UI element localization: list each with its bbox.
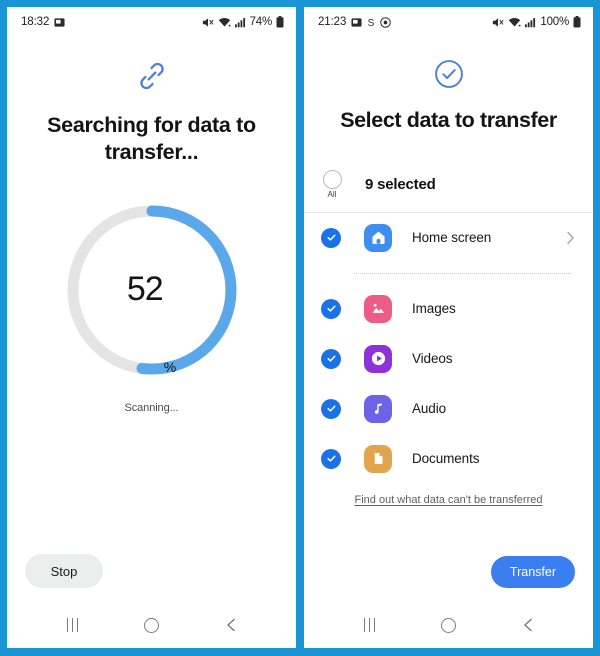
progress-label: 52 %	[62, 200, 242, 380]
back-icon[interactable]	[211, 605, 251, 645]
list-item-documents[interactable]: Documents	[304, 434, 593, 484]
right-nav-bar	[304, 602, 593, 648]
left-screen-body: Searching for data to transfer... 52 % S…	[7, 37, 296, 602]
recents-icon[interactable]	[53, 605, 93, 645]
battery-percent: 100%	[540, 16, 569, 28]
page-title: Searching for data to transfer...	[47, 113, 256, 164]
dollar-icon: S	[367, 17, 375, 28]
right-action-bar: Transfer	[304, 556, 593, 602]
left-phone-screen: 18:32 74% Searching for data to transfer…	[7, 7, 296, 648]
home-icon[interactable]	[132, 605, 172, 645]
selected-count: 9 selected	[365, 176, 436, 194]
progress-percent-symbol: %	[163, 358, 177, 375]
left-nav-bar	[7, 602, 296, 648]
progress-ring: 52 %	[62, 200, 242, 380]
checkbox-checked-icon[interactable]	[321, 448, 341, 469]
mute-icon	[202, 17, 214, 28]
wifi-icon	[218, 17, 231, 28]
dotted-divider	[354, 272, 571, 274]
left-status-bar: 18:32 74%	[7, 7, 296, 37]
footer-link-wrap: Find out what data can't be transferred	[304, 484, 593, 508]
chevron-right-icon[interactable]	[566, 231, 575, 245]
mute-icon	[492, 17, 504, 28]
select-all-checkbox[interactable]: All	[321, 170, 343, 199]
audio-icon	[364, 394, 392, 423]
documents-icon	[364, 444, 392, 473]
checkbox-checked-icon[interactable]	[321, 227, 341, 248]
status-time: 18:32	[21, 16, 50, 28]
list-item-home-screen[interactable]: Home screen	[304, 213, 593, 263]
list-item-label: Videos	[412, 351, 453, 367]
progress-section: 52 % Scanning...	[7, 166, 296, 554]
left-action-bar: Stop	[7, 554, 296, 602]
recents-icon[interactable]	[350, 605, 390, 645]
videos-icon	[364, 344, 392, 373]
back-icon[interactable]	[508, 605, 548, 645]
left-header: Searching for data to transfer...	[7, 37, 296, 166]
stop-button[interactable]: Stop	[25, 554, 103, 588]
list-item-images[interactable]: Images	[304, 284, 593, 334]
signal-icon	[525, 17, 536, 28]
battery-icon	[573, 16, 581, 28]
find-out-link[interactable]: Find out what data can't be transferred	[355, 494, 543, 506]
screenshot-icon	[351, 17, 362, 28]
scanning-status-text: Scanning...	[124, 401, 179, 414]
list-item-label: Documents	[412, 451, 480, 467]
home-screen-icon	[364, 223, 392, 252]
wifi-icon	[508, 17, 521, 28]
screenshot-icon	[54, 17, 65, 28]
list-item-audio[interactable]: Audio	[304, 384, 593, 434]
checkbox-checked-icon[interactable]	[321, 398, 341, 419]
checkbox-checked-icon[interactable]	[321, 348, 341, 369]
record-icon	[380, 16, 392, 28]
battery-percent: 74%	[249, 16, 273, 28]
battery-icon	[276, 16, 284, 28]
data-type-list: All 9 selected Home screen Images Videos…	[304, 162, 593, 532]
status-time: 21:23	[318, 16, 347, 28]
right-screen-body: Select data to transfer All 9 selected H…	[304, 37, 593, 602]
select-all-label: All	[327, 190, 337, 200]
right-status-bar: 21:23 S 100%	[304, 7, 593, 37]
select-all-row[interactable]: All 9 selected	[304, 162, 593, 208]
progress-percent-value: 52	[126, 270, 164, 309]
signal-icon	[234, 17, 246, 28]
check-circle-icon	[304, 59, 593, 94]
transfer-button[interactable]: Transfer	[490, 556, 575, 588]
checkbox-checked-icon[interactable]	[321, 298, 341, 319]
home-icon[interactable]	[429, 605, 469, 645]
list-item-label: Home screen	[412, 230, 492, 246]
list-item-videos[interactable]: Videos	[304, 334, 593, 384]
link-icon	[7, 59, 296, 98]
images-icon	[364, 294, 392, 323]
right-phone-screen: 21:23 S 100% Select data to transfer All…	[304, 7, 593, 648]
unchecked-circle-icon	[322, 170, 342, 190]
svg-text:S: S	[368, 18, 375, 28]
dual-phone-screenshot: 18:32 74% Searching for data to transfer…	[0, 0, 600, 656]
list-item-label: Images	[412, 301, 456, 317]
page-title: Select data to transfer	[340, 108, 557, 132]
list-item-label: Audio	[412, 401, 447, 417]
right-header: Select data to transfer	[304, 37, 593, 134]
